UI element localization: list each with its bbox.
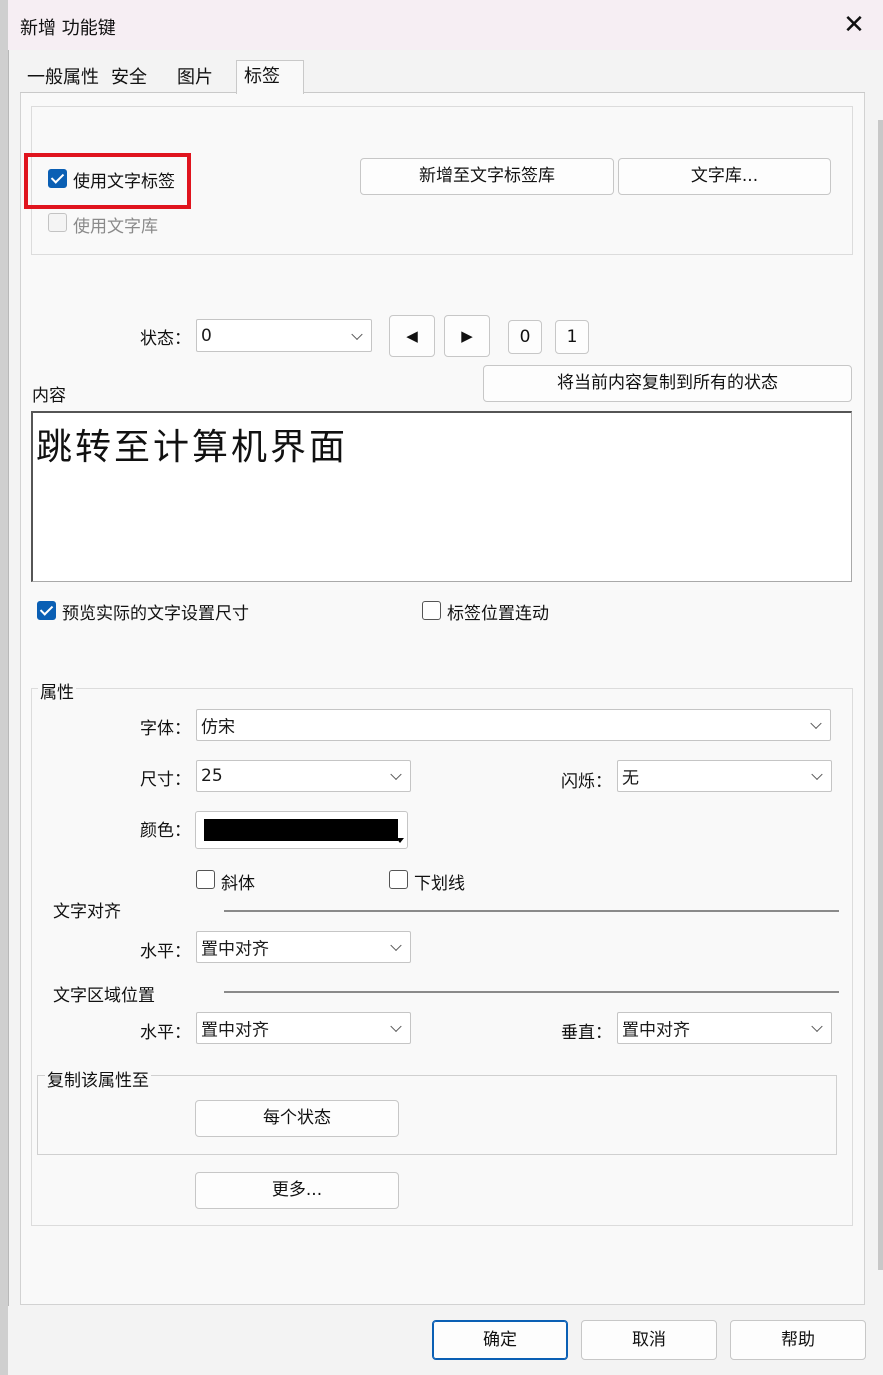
state-1-button[interactable]: 1 [555,320,589,354]
ok-button[interactable]: 确定 [432,1320,568,1360]
tab-label[interactable]: 标签 [236,60,304,94]
text-align-horizontal-value: 置中对齐 [201,939,269,960]
each-state-button[interactable]: 每个状态 [195,1100,399,1137]
area-horizontal-label: 水平： [140,1023,191,1043]
state-select-value: 0 [201,325,212,346]
chevron-down-icon [390,1020,402,1033]
color-label: 颜色： [140,821,191,841]
font-select-value: 仿宋 [201,717,235,738]
tab-general[interactable]: 一般属性 [20,62,104,93]
cancel-button[interactable]: 取消 [581,1320,717,1360]
area-vertical-label: 垂直： [561,1023,612,1043]
previous-state-button[interactable]: ◀ [389,315,435,357]
text-align-separator [224,910,839,912]
title-bar [8,0,883,50]
text-library-button[interactable]: 文字库... [618,158,831,195]
blink-select-value: 无 [622,768,639,789]
label-position-link-label: 标签位置连动 [447,604,549,624]
more-button[interactable]: 更多... [195,1172,399,1209]
content-label: 内容 [32,386,66,406]
tab-picture[interactable]: 图片 [170,62,236,93]
preview-actual-size-checkbox[interactable] [37,601,56,620]
background-app-edge [0,0,8,1375]
background-right-edge [878,120,883,1270]
next-state-button[interactable]: ▶ [444,315,490,357]
add-to-text-library-button[interactable]: 新增至文字标签库 [360,158,614,195]
state-label: 状态： [140,329,191,349]
area-vertical-select[interactable]: 置中对齐 [617,1012,832,1044]
state-0-button[interactable]: 0 [508,320,542,354]
underline-label: 下划线 [414,874,465,894]
area-horizontal-select[interactable]: 置中对齐 [196,1012,411,1044]
chevron-down-icon [811,768,823,781]
area-vertical-value: 置中对齐 [622,1020,690,1041]
text-area-position-title: 文字区域位置 [53,986,155,1006]
underline-checkbox[interactable] [389,870,408,889]
chevron-down-icon [390,939,402,952]
content-text: 跳转至计算机界面 [36,427,349,468]
font-select[interactable]: 仿宋 [196,709,831,741]
state-select[interactable]: 0 [196,319,372,352]
text-area-position-separator [224,991,839,993]
italic-label: 斜体 [221,874,255,894]
copy-property-group [37,1075,837,1155]
close-icon[interactable]: ✕ [840,10,868,40]
text-align-horizontal-label: 水平： [140,942,191,962]
label-position-link-checkbox[interactable] [422,601,441,620]
size-label: 尺寸： [140,770,191,790]
area-horizontal-value: 置中对齐 [201,1020,269,1041]
text-align-horizontal-select[interactable]: 置中对齐 [196,931,411,963]
use-text-library-label: 使用文字库 [73,217,158,237]
blink-select[interactable]: 无 [617,760,832,792]
caret-down-icon [396,838,404,843]
properties-group-label: 属性 [38,678,76,703]
chevron-down-icon [811,1020,823,1033]
text-align-title: 文字对齐 [53,902,121,922]
font-label: 字体： [140,719,191,739]
help-button[interactable]: 帮助 [730,1320,866,1360]
size-select-value: 25 [201,766,223,786]
dialog-title: 新增 功能键 [20,18,116,39]
triangle-left-icon: ◀ [406,327,418,345]
blink-label: 闪烁： [561,772,612,792]
italic-checkbox[interactable] [196,870,215,889]
triangle-right-icon: ▶ [461,327,473,345]
use-text-library-checkbox[interactable] [48,213,67,232]
preview-actual-size-label: 预览实际的文字设置尺寸 [62,604,249,624]
chevron-down-icon [351,328,363,340]
color-swatch [204,819,398,841]
color-picker[interactable] [195,811,408,849]
chevron-down-icon [390,768,402,781]
size-select[interactable]: 25 [196,760,411,792]
chevron-down-icon [810,717,822,730]
copy-property-group-label: 复制该属性至 [45,1066,151,1091]
tab-security[interactable]: 安全 [104,62,170,93]
highlight-box [24,153,191,209]
copy-to-all-states-button[interactable]: 将当前内容复制到所有的状态 [483,365,852,402]
